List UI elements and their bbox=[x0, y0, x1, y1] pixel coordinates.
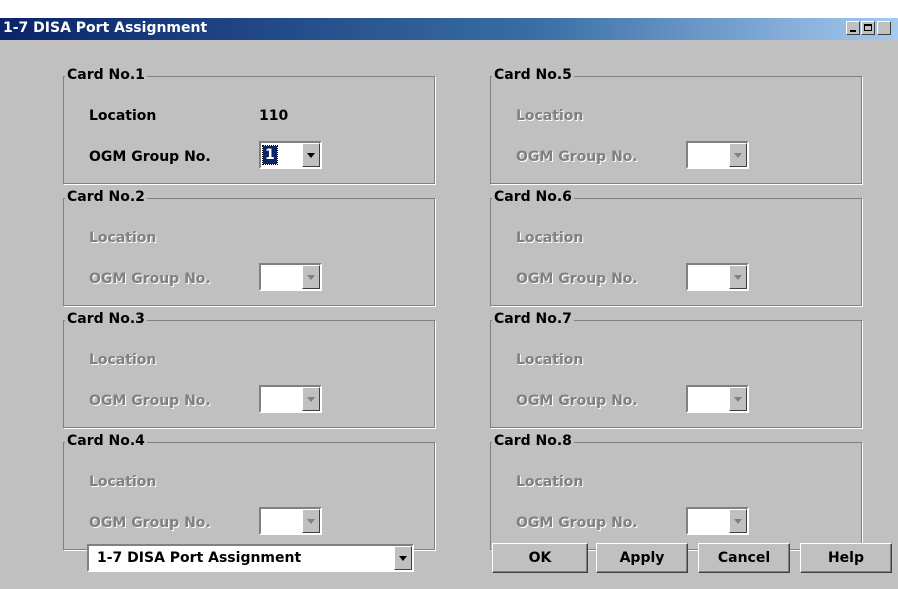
ogm-group-select bbox=[259, 507, 322, 535]
dropdown-arrow-icon bbox=[729, 509, 747, 533]
ogm-group-label: OGM Group No. bbox=[516, 393, 638, 409]
card-group-3: Card No.3 Location OGM Group No. bbox=[63, 311, 435, 428]
card-title: Card No.1 bbox=[65, 67, 147, 83]
card-group-7: Card No.7 Location OGM Group No. bbox=[490, 311, 862, 428]
card-title: Card No.2 bbox=[65, 189, 147, 205]
ogm-group-label: OGM Group No. bbox=[516, 271, 638, 287]
card-group-1: Card No.1 Location 110 OGM Group No. 1 bbox=[63, 67, 435, 184]
card-group-4: Card No.4 Location OGM Group No. bbox=[63, 433, 435, 550]
card-group-5: Card No.5 Location OGM Group No. bbox=[490, 67, 862, 184]
location-label: Location bbox=[516, 352, 584, 368]
location-label: Location bbox=[516, 108, 584, 124]
location-label: Location bbox=[89, 352, 157, 368]
card-title: Card No.7 bbox=[492, 311, 574, 327]
location-value: 110 bbox=[259, 108, 289, 124]
title-bar[interactable]: 1-7 DISA Port Assignment bbox=[0, 18, 898, 40]
ogm-group-select bbox=[686, 263, 749, 291]
card-title: Card No.6 bbox=[492, 189, 574, 205]
screen-select-value: 1-7 DISA Port Assignment bbox=[97, 550, 302, 566]
dropdown-arrow-icon bbox=[302, 265, 320, 289]
screen-select[interactable]: 1-7 DISA Port Assignment bbox=[87, 544, 414, 572]
card-title: Card No.5 bbox=[492, 67, 574, 83]
background-strip bbox=[0, 0, 898, 18]
ogm-group-label: OGM Group No. bbox=[516, 515, 638, 531]
dropdown-arrow-icon bbox=[729, 143, 747, 167]
ogm-group-select bbox=[259, 385, 322, 413]
ogm-group-label: OGM Group No. bbox=[89, 393, 211, 409]
dropdown-arrow-icon bbox=[302, 387, 320, 411]
location-label: Location bbox=[516, 474, 584, 490]
minimize-button[interactable] bbox=[846, 21, 860, 35]
maximize-button[interactable] bbox=[861, 21, 875, 35]
location-label: Location bbox=[89, 230, 157, 246]
location-label: Location bbox=[89, 108, 157, 124]
ogm-group-select[interactable]: 1 bbox=[259, 141, 322, 169]
ogm-group-label: OGM Group No. bbox=[89, 271, 211, 287]
ogm-group-label: OGM Group No. bbox=[516, 149, 638, 165]
ogm-group-label: OGM Group No. bbox=[89, 515, 211, 531]
help-button[interactable]: Help bbox=[800, 543, 892, 573]
ogm-group-select bbox=[686, 507, 749, 535]
location-label: Location bbox=[89, 474, 157, 490]
card-group-6: Card No.6 Location OGM Group No. bbox=[490, 189, 862, 306]
card-title: Card No.8 bbox=[492, 433, 574, 449]
dropdown-arrow-icon bbox=[729, 387, 747, 411]
card-group-2: Card No.2 Location OGM Group No. bbox=[63, 189, 435, 306]
card-title: Card No.4 bbox=[65, 433, 147, 449]
window-title: 1-7 DISA Port Assignment bbox=[3, 20, 208, 36]
ogm-group-select bbox=[686, 141, 749, 169]
location-label: Location bbox=[516, 230, 584, 246]
dialog-window: 1-7 DISA Port Assignment Card No.1 Locat… bbox=[0, 18, 898, 589]
dropdown-arrow-icon[interactable] bbox=[394, 546, 412, 570]
ogm-group-value: 1 bbox=[262, 145, 278, 165]
ok-button[interactable]: OK bbox=[492, 543, 588, 573]
cancel-button[interactable]: Cancel bbox=[698, 543, 790, 573]
dropdown-arrow-icon[interactable] bbox=[302, 143, 320, 167]
card-group-8: Card No.8 Location OGM Group No. bbox=[490, 433, 862, 550]
ogm-group-label: OGM Group No. bbox=[89, 149, 211, 165]
dropdown-arrow-icon bbox=[729, 265, 747, 289]
dropdown-arrow-icon bbox=[302, 509, 320, 533]
close-button[interactable] bbox=[877, 21, 891, 35]
ogm-group-select bbox=[686, 385, 749, 413]
ogm-group-select bbox=[259, 263, 322, 291]
card-title: Card No.3 bbox=[65, 311, 147, 327]
apply-button[interactable]: Apply bbox=[596, 543, 688, 573]
